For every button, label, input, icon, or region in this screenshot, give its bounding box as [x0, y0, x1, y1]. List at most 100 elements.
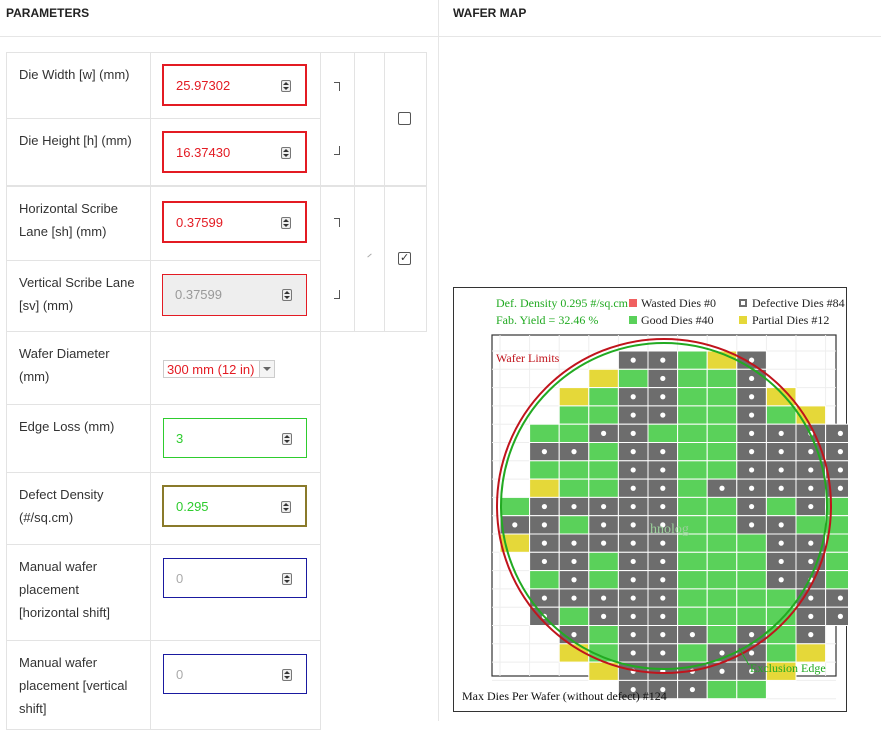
vertical-scribe-stepper [282, 289, 292, 301]
good-die [677, 442, 708, 462]
defect-dot [778, 467, 784, 473]
good-die [765, 496, 797, 517]
partial-dies-text: Partial Dies #12 [752, 313, 830, 327]
defect-dot [571, 540, 577, 546]
good-die [736, 588, 767, 608]
manual-vertical-stepper[interactable] [282, 669, 292, 681]
lock-aspect-checkbox[interactable] [398, 112, 411, 125]
defect-dot [808, 540, 814, 546]
wafer-diameter-select[interactable]: 300 mm (12 in) [163, 360, 275, 378]
defective-die [825, 588, 848, 608]
defect-dot [630, 357, 636, 363]
horizontal-scribe-stepper[interactable] [281, 217, 291, 229]
manual-vertical-input[interactable]: 0 [163, 654, 307, 694]
defect-density-input[interactable]: 0.295 [162, 485, 307, 527]
lock-scribe-checkbox[interactable]: ✓ [398, 252, 411, 265]
defect-dot [660, 503, 666, 510]
defect-dot [601, 503, 607, 510]
die-height-stepper[interactable] [281, 147, 291, 159]
defect-dot [778, 540, 784, 546]
defect-dot [749, 412, 755, 418]
good-die [706, 606, 738, 627]
die-width-stepper[interactable] [281, 80, 291, 92]
defect-dot [808, 467, 814, 473]
defect-density-stepper[interactable] [281, 501, 291, 513]
defect-dot [749, 394, 755, 400]
defect-dot [541, 540, 547, 546]
defect-dot [778, 558, 784, 565]
wafer-limits-label: Wafer Limits [496, 351, 560, 365]
good-die [677, 460, 708, 480]
defect-dot [630, 430, 636, 436]
defect-dot [571, 503, 577, 510]
good-die [706, 551, 738, 572]
defect-dot [660, 357, 666, 363]
good-die [706, 442, 738, 462]
edge-loss-input[interactable]: 3 [163, 418, 307, 458]
defect-dot [660, 412, 666, 418]
defect-dot [601, 430, 607, 436]
defect-dot [660, 650, 666, 656]
manual-horizontal-input[interactable]: 0 [163, 558, 307, 598]
good-die [706, 460, 738, 480]
defective-die [825, 442, 848, 462]
die-width-input[interactable]: 25.97302 [162, 64, 307, 106]
bracket-bottom-icon [334, 290, 340, 299]
defect-dot [778, 577, 784, 583]
good-die [647, 423, 679, 443]
defect-dot [630, 595, 636, 601]
defect-dot [630, 394, 636, 400]
defect-dot [660, 467, 666, 473]
good-die [588, 460, 619, 480]
partial-die [795, 643, 827, 663]
good-die [706, 533, 738, 553]
good-die [677, 423, 708, 443]
defect-dot [837, 467, 843, 473]
defect-dot [630, 577, 636, 583]
defect-dot [630, 558, 636, 565]
defect-dot [601, 595, 607, 601]
good-die [825, 551, 848, 572]
manual-horizontal-stepper[interactable] [282, 573, 292, 585]
good-die [677, 551, 708, 572]
defect-dot [660, 394, 666, 400]
partial-swatch [739, 316, 747, 324]
good-die [558, 460, 590, 480]
defect-dot [660, 375, 666, 382]
aspect-bracket-cell [320, 52, 355, 186]
defect-dot [778, 449, 784, 455]
bracket-top-icon [334, 82, 340, 91]
good-die [706, 423, 738, 443]
good-die [677, 387, 708, 407]
good-die [588, 478, 619, 498]
good-die [588, 570, 619, 590]
defect-dot [601, 522, 607, 528]
defect-dot [808, 485, 814, 491]
partial-die [529, 478, 560, 498]
good-die [558, 478, 590, 498]
good-die [736, 570, 767, 590]
defect-dot [749, 522, 755, 528]
defect-dot [689, 686, 695, 693]
chevron-down-icon[interactable] [259, 361, 274, 377]
good-die [529, 423, 560, 443]
good-die [706, 625, 738, 645]
defect-dot [630, 503, 636, 510]
good-die [825, 496, 848, 517]
good-die [677, 588, 708, 608]
defect-dot [571, 595, 577, 601]
defect-dot [541, 522, 547, 528]
defect-dot [719, 650, 725, 656]
horizontal-scribe-input[interactable]: 0.37599 [162, 201, 307, 243]
good-die [558, 405, 590, 425]
good-die [588, 442, 619, 462]
good-die [736, 551, 767, 572]
defect-dot [630, 522, 636, 528]
good-die [706, 405, 738, 425]
good-die [558, 515, 590, 535]
defect-dot [541, 449, 547, 455]
good-die [499, 496, 531, 517]
edge-loss-stepper[interactable] [282, 433, 292, 445]
die-height-input[interactable]: 16.37430 [162, 131, 307, 173]
good-die [588, 551, 619, 572]
